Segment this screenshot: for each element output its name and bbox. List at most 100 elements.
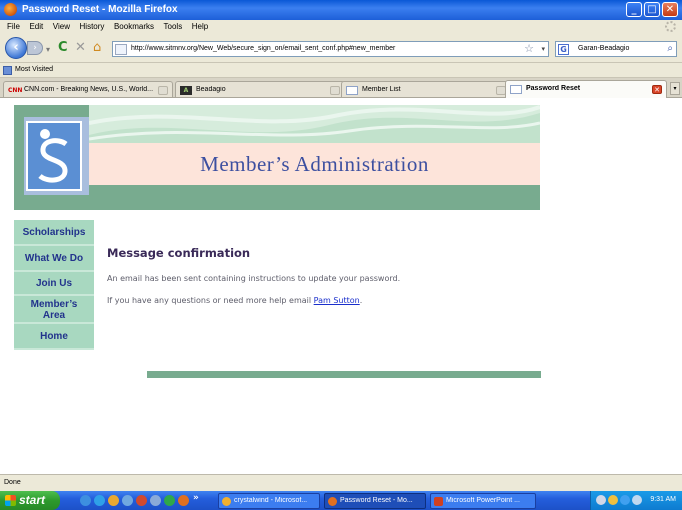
nav-members-area[interactable]: Member’s Area [14, 296, 94, 324]
page-content: Member’s Administration Scholarships Wha… [0, 98, 682, 474]
google-icon[interactable]: G [558, 44, 569, 55]
tab-list-dropdown-icon[interactable]: ▾ [670, 82, 680, 95]
quicklaunch-app-icon[interactable] [164, 495, 175, 506]
menu-file[interactable]: File [7, 20, 20, 33]
nav-scholarships[interactable]: Scholarships [14, 220, 94, 246]
nav-join-us[interactable]: Join Us [14, 272, 94, 296]
stop-button[interactable]: ✕ [75, 41, 86, 55]
taskbar-button-powerpoint[interactable]: Microsoft PowerPoint ... [430, 493, 536, 509]
menu-bookmarks[interactable]: Bookmarks [114, 20, 154, 33]
network-icon[interactable] [620, 495, 630, 505]
address-url[interactable]: http://www.sitmnv.org/New_Web/secure_sig… [131, 45, 395, 52]
message-line-2: If you have any questions or need more h… [107, 296, 362, 305]
beadagio-icon: A [180, 86, 192, 95]
banner-title: Member’s Administration [200, 152, 429, 176]
system-tray: 9:31 AM [590, 491, 682, 510]
tab-cnn[interactable]: CNN CNN.com - Breaking News, U.S., World… [3, 81, 173, 97]
tab-label: Beadagio [196, 86, 226, 93]
site-banner: Member’s Administration [14, 105, 540, 210]
tray-app-icon[interactable] [608, 495, 618, 505]
back-button[interactable]: ‹ [5, 37, 27, 59]
start-label: start [19, 493, 46, 507]
maximize-button[interactable]: □ [644, 2, 660, 17]
navigation-toolbar: ‹ › ▾ C ✕ ⌂ http://www.sitmnv.org/New_We… [0, 33, 682, 63]
taskbar-button-label: Password Reset - Mo... [340, 497, 413, 504]
system-clock[interactable]: 9:31 AM [650, 496, 676, 503]
contact-email-link[interactable]: Pam Sutton [314, 296, 360, 305]
powerpoint-app-icon [434, 497, 443, 506]
taskbar-button-firefox[interactable]: Password Reset - Mo... [324, 493, 426, 509]
bookmarks-toolbar: Most Visited [0, 63, 682, 78]
tab-bar: CNN CNN.com - Breaking News, U.S., World… [0, 78, 682, 98]
taskbar-button-crystalwind[interactable]: crystalwind - Microsof... [218, 493, 320, 509]
status-bar: Done [0, 474, 682, 491]
banner-waves [89, 105, 540, 143]
internet-explorer-icon[interactable] [94, 495, 105, 506]
word-app-icon [222, 497, 231, 506]
tab-label: Password Reset [526, 85, 581, 92]
menu-bar: File Edit View History Bookmarks Tools H… [0, 20, 682, 33]
footer-divider [147, 371, 541, 378]
menu-edit[interactable]: Edit [29, 20, 43, 33]
activity-throbber-icon [665, 21, 676, 32]
minimize-button[interactable]: _ [626, 2, 642, 17]
url-dropdown-icon[interactable]: ▾ [541, 45, 545, 53]
window-title: Password Reset - Mozilla Firefox [22, 4, 178, 15]
window-title-bar[interactable]: Password Reset - Mozilla Firefox _ □ ✕ [0, 0, 682, 20]
firefox-quicklaunch-icon[interactable] [178, 495, 189, 506]
quicklaunch-app-icon[interactable] [122, 495, 133, 506]
quicklaunch-more-icon[interactable]: » [193, 493, 199, 503]
page-icon [346, 86, 358, 95]
close-button[interactable]: ✕ [662, 2, 678, 17]
message-title: Message confirmation [107, 246, 251, 260]
reload-button[interactable]: C [58, 41, 68, 55]
tab-beadagio[interactable]: A Beadagio [175, 81, 345, 97]
page-icon [510, 85, 522, 94]
quicklaunch-app-icon[interactable] [136, 495, 147, 506]
menu-tools[interactable]: Tools [164, 20, 183, 33]
start-button[interactable]: start [0, 491, 60, 510]
tray-app-icon[interactable] [596, 495, 606, 505]
firefox-app-icon [328, 497, 337, 506]
taskbar-button-label: crystalwind - Microsof... [234, 497, 308, 504]
message-prefix: If you have any questions or need more h… [107, 296, 314, 305]
nav-home[interactable]: Home [14, 324, 94, 350]
quicklaunch-app-icon[interactable] [108, 495, 119, 506]
tab-password-reset[interactable]: Password Reset ✕ [505, 80, 667, 98]
banner-title-box: Member’s Administration [89, 143, 540, 185]
cnn-icon: CNN [8, 87, 23, 94]
address-bar[interactable]: http://www.sitmnv.org/New_Web/secure_sig… [112, 41, 549, 57]
taskbar-button-label: Microsoft PowerPoint ... [446, 497, 520, 504]
tab-label: CNN.com - Breaking News, U.S., World... [24, 86, 154, 93]
tab-close-icon[interactable] [330, 86, 340, 95]
tab-member-list[interactable]: Member List [341, 81, 511, 97]
nav-what-we-do[interactable]: What We Do [14, 246, 94, 272]
page-favicon-icon [115, 44, 127, 55]
bookmark-star-icon[interactable]: ☆ [524, 42, 534, 55]
most-visited-bookmark[interactable]: Most Visited [15, 66, 53, 73]
menu-view[interactable]: View [53, 20, 70, 33]
firefox-icon [4, 3, 17, 16]
show-desktop-icon[interactable] [80, 495, 91, 506]
message-line-1: An email has been sent containing instru… [107, 274, 401, 283]
menu-help[interactable]: Help [192, 20, 208, 33]
side-navigation: Scholarships What We Do Join Us Member’s… [14, 220, 94, 350]
quicklaunch-app-icon[interactable] [150, 495, 161, 506]
history-dropdown-icon[interactable]: ▾ [46, 43, 50, 57]
tab-close-icon[interactable]: ✕ [652, 85, 662, 94]
search-input[interactable]: Garan-Beadagio [578, 45, 629, 52]
most-visited-icon [3, 66, 12, 75]
message-suffix: . [359, 296, 363, 305]
status-text: Done [4, 479, 21, 486]
taskbar: start » crystalwind - Microsof... Passwo… [0, 491, 682, 510]
windows-logo-icon [5, 495, 16, 506]
forward-button[interactable]: › [27, 41, 43, 55]
tab-close-icon[interactable] [158, 86, 168, 95]
volume-icon[interactable] [632, 495, 642, 505]
site-logo[interactable] [24, 117, 89, 195]
tab-label: Member List [362, 86, 401, 93]
search-box[interactable]: G Garan-Beadagio ⌕ [555, 41, 677, 57]
menu-history[interactable]: History [80, 20, 105, 33]
search-icon[interactable]: ⌕ [667, 43, 673, 54]
home-button[interactable]: ⌂ [93, 41, 101, 55]
